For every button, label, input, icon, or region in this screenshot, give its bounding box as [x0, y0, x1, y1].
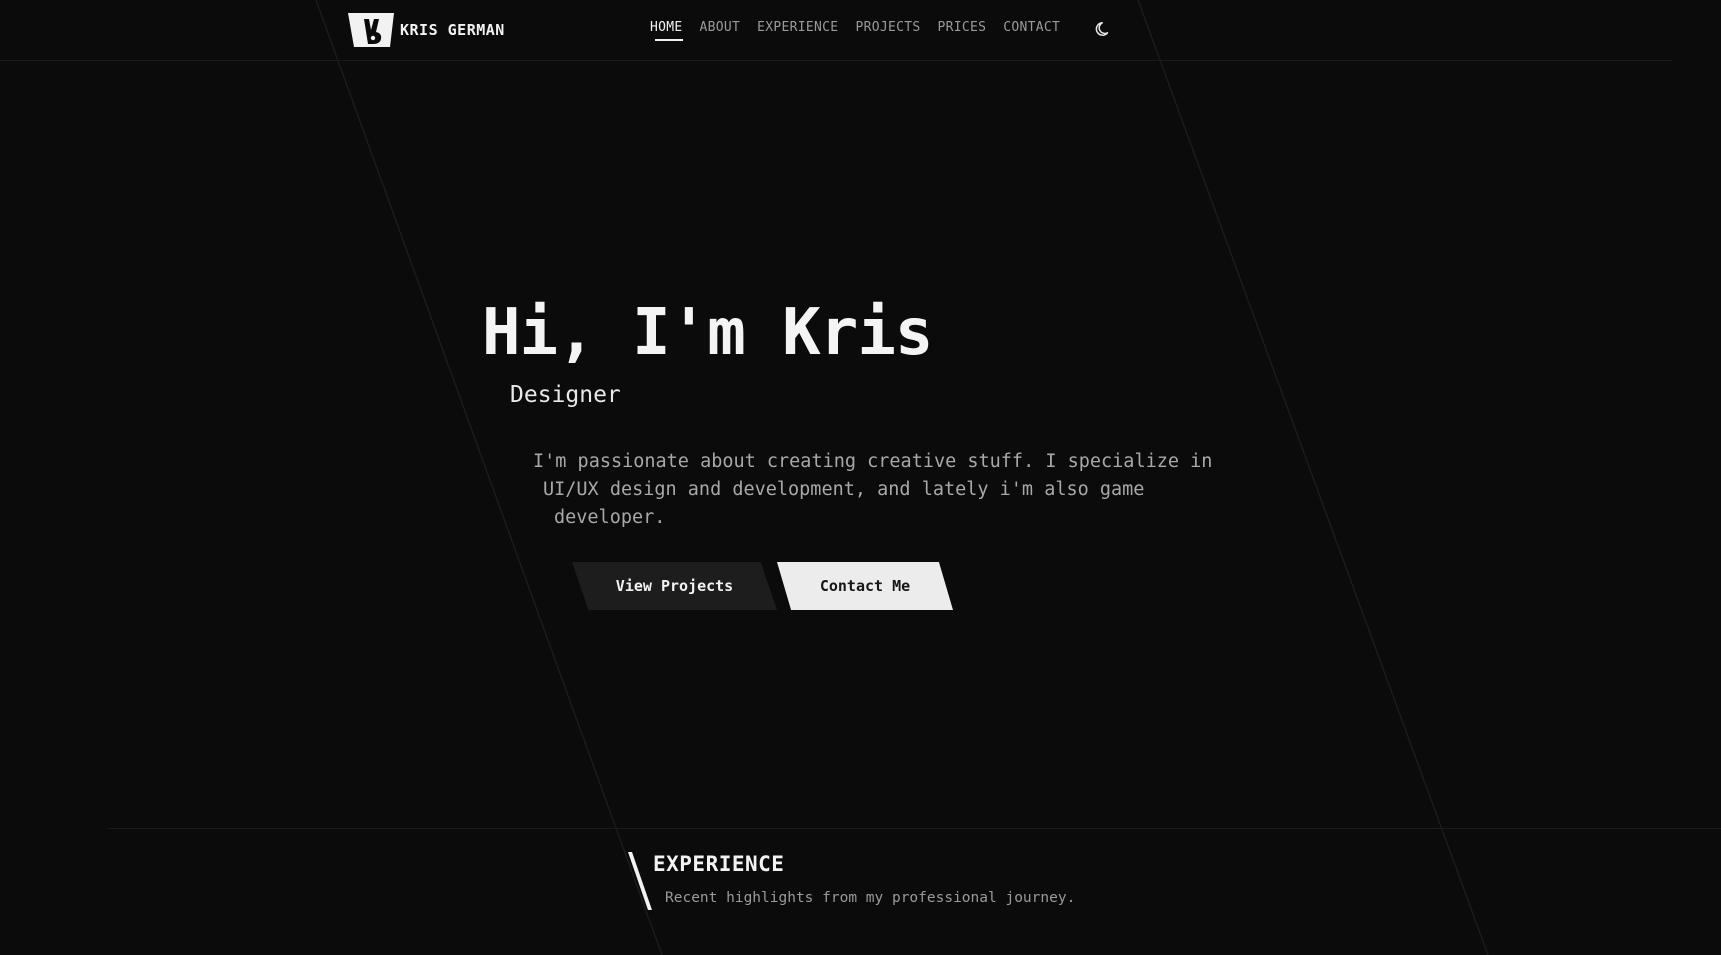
header-divider: [0, 60, 1672, 61]
hero-description-line: UI/UX design and development, and lately…: [543, 479, 1145, 500]
section-divider: [108, 828, 1721, 829]
page: KRIS GERMAN HOME ABOUT EXPERIENCE PROJEC…: [0, 0, 1721, 955]
hero-description: I'm passionate about creating creative s…: [533, 448, 1212, 532]
main-nav: HOME ABOUT EXPERIENCE PROJECTS PRICES CO…: [650, 20, 1060, 41]
section-subtitle: Recent highlights from my professional j…: [665, 890, 1076, 906]
nav-item-projects[interactable]: PROJECTS: [855, 20, 920, 41]
nav-item-contact[interactable]: CONTACT: [1003, 20, 1060, 41]
section-accent-bar: [628, 852, 652, 910]
rabbit-logo-icon: [348, 13, 394, 47]
contact-me-button[interactable]: Contact Me: [777, 562, 953, 610]
nav-item-prices[interactable]: PRICES: [937, 20, 986, 41]
site-header: KRIS GERMAN HOME ABOUT EXPERIENCE PROJEC…: [0, 0, 1721, 61]
hero-description-line: I'm passionate about creating creative s…: [533, 451, 1213, 472]
view-projects-button[interactable]: View Projects: [572, 562, 777, 610]
hero-description-line: developer.: [554, 507, 666, 528]
hero-role: Designer: [510, 382, 621, 408]
nav-item-home[interactable]: HOME: [650, 20, 683, 41]
brand-name: KRIS GERMAN: [400, 21, 505, 39]
hero-title: Hi, I'm Kris: [482, 296, 933, 370]
nav-item-about[interactable]: ABOUT: [700, 20, 741, 41]
brand-link[interactable]: KRIS GERMAN: [348, 13, 505, 47]
moon-icon[interactable]: [1095, 20, 1113, 38]
section-title: EXPERIENCE: [653, 852, 785, 876]
nav-item-experience[interactable]: EXPERIENCE: [757, 20, 838, 41]
